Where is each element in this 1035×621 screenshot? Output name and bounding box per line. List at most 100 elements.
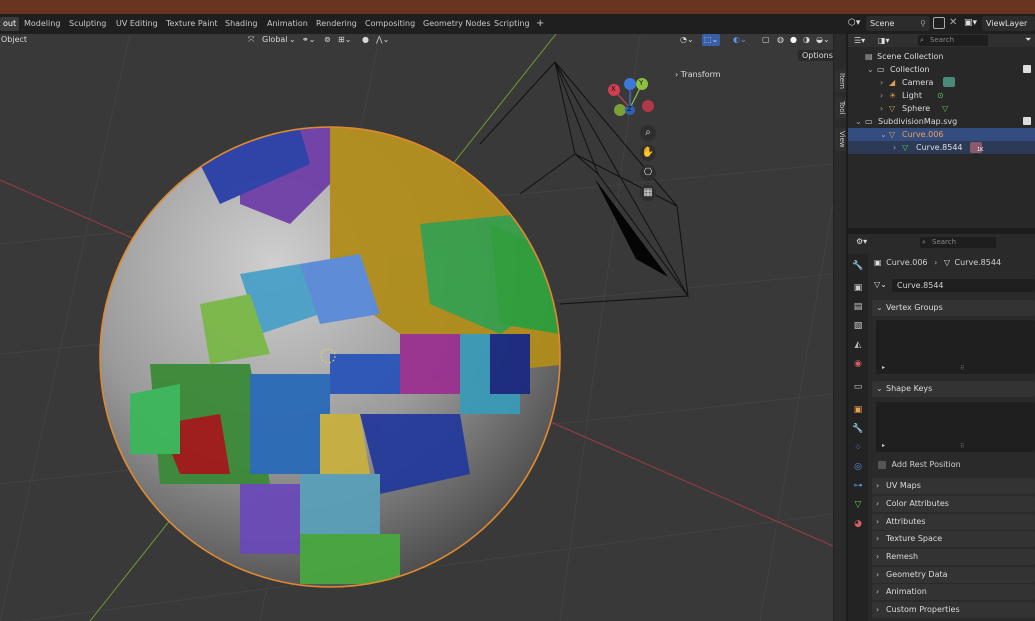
object-menu[interactable]: Object bbox=[1, 34, 27, 46]
add-rest-position-option[interactable]: Add Rest Position bbox=[878, 459, 961, 471]
orientation-dropdown[interactable]: Global bbox=[262, 34, 288, 46]
tab-layout[interactable]: out bbox=[0, 17, 20, 31]
editor-type-icon[interactable]: ☰▾ bbox=[854, 36, 865, 45]
outliner-row-sphere[interactable]: › ▽ Sphere ▽ bbox=[848, 102, 1035, 115]
options-button[interactable]: Options bbox=[798, 50, 833, 61]
properties-search-input[interactable]: ⌕ Search bbox=[920, 237, 996, 248]
wireframe-shading-icon[interactable]: ◍ bbox=[777, 34, 784, 46]
view-layer-tab-icon[interactable]: ▧ bbox=[852, 320, 864, 332]
outliner-row-curve-8544[interactable]: › ▽ Curve.8544 1K bbox=[848, 141, 1035, 154]
rendered-shading-icon[interactable]: ◒⌄ bbox=[816, 34, 830, 46]
scene-tab-icon[interactable]: ◭ bbox=[852, 339, 864, 351]
vertex-groups-list[interactable]: ▸ ⠿ bbox=[876, 320, 1035, 374]
constraints-tab-icon[interactable]: ⊶ bbox=[852, 480, 864, 492]
tab-scripting[interactable]: Scripting bbox=[494, 17, 530, 31]
tab-uv-editing[interactable]: UV Editing bbox=[116, 17, 158, 31]
shape-keys-list[interactable]: ▸ ⠿ bbox=[876, 402, 1035, 452]
panel-shape-keys[interactable]: ⌄ Shape Keys bbox=[872, 381, 1035, 397]
panel-vertex-groups[interactable]: ⌄ Vertex Groups bbox=[872, 300, 1035, 316]
outliner-row-subdivisionmap[interactable]: ⌄ ▭ SubdivisionMap.svg bbox=[848, 115, 1035, 128]
light-data-icon[interactable]: ⊙ bbox=[937, 89, 944, 102]
chevron-right-icon[interactable]: › bbox=[893, 141, 896, 154]
snap-icon[interactable]: ⊚ bbox=[324, 34, 331, 46]
xray-icon[interactable]: ▢ bbox=[762, 34, 770, 46]
panel-custom-properties[interactable]: › Custom Properties bbox=[872, 602, 1035, 618]
panel-uv-maps[interactable]: › UV Maps bbox=[872, 478, 1035, 494]
tab-geometry-nodes[interactable]: Geometry Nodes bbox=[423, 17, 490, 31]
mesh-data-icon[interactable]: ▽⌄ bbox=[874, 280, 887, 289]
material-tab-icon[interactable]: ◕ bbox=[852, 518, 864, 530]
camera-data-icon[interactable] bbox=[943, 77, 955, 87]
outliner-search-input[interactable]: ⌕ Search bbox=[918, 35, 988, 46]
falloff-icon[interactable]: ⋀⌄ bbox=[376, 34, 389, 46]
object-tab-icon[interactable]: ▣ bbox=[852, 404, 864, 416]
world-tab-icon[interactable]: ◉ bbox=[852, 358, 864, 370]
chevron-right-icon[interactable]: › bbox=[880, 76, 883, 89]
panel-attributes[interactable]: › Attributes bbox=[872, 514, 1035, 530]
sidebar-tab-tool[interactable]: Tool bbox=[835, 98, 846, 118]
add-rest-position-checkbox[interactable] bbox=[878, 460, 886, 469]
scene-selector[interactable]: Scene ⚲ bbox=[866, 16, 930, 31]
chevron-right-icon[interactable]: › bbox=[880, 89, 883, 102]
props-editor-type-icon[interactable]: ⚙▾ bbox=[856, 237, 867, 246]
chevron-down-icon[interactable]: ⌄ bbox=[289, 34, 296, 46]
orientation-icon[interactable]: ⤧ bbox=[248, 34, 254, 46]
tab-texture-paint[interactable]: Texture Paint bbox=[166, 17, 218, 31]
gizmo-toggle-icon[interactable]: ⬚⌄ bbox=[702, 34, 721, 46]
new-scene-icon[interactable] bbox=[933, 17, 945, 29]
data-tab-icon[interactable]: ▽ bbox=[852, 499, 864, 511]
scene-icon[interactable]: ⬡▾ bbox=[848, 18, 860, 28]
checkbox-icon[interactable] bbox=[1023, 65, 1031, 73]
view-layer-icon[interactable]: ▣▾ bbox=[964, 18, 977, 28]
tab-animation[interactable]: Animation bbox=[267, 17, 308, 31]
solid-shading-icon[interactable]: ● bbox=[790, 34, 797, 46]
mesh-name-field[interactable]: Curve.8544 bbox=[892, 279, 1035, 292]
outliner-row-curve-006[interactable]: ⌄ ▽ Curve.006 bbox=[848, 128, 1035, 141]
outliner-row-camera[interactable]: › ◢ Camera bbox=[848, 76, 1035, 89]
tab-modeling[interactable]: Modeling bbox=[24, 17, 60, 31]
chevron-down-icon[interactable]: ⌄ bbox=[867, 63, 874, 76]
overlay-icon[interactable]: ◐⌄ bbox=[733, 34, 747, 46]
outliner-row-light[interactable]: › ☀ Light ⊙ bbox=[848, 89, 1035, 102]
zoom-icon[interactable]: ⌕ bbox=[640, 125, 656, 141]
panel-geometry-data[interactable]: › Geometry Data bbox=[872, 567, 1035, 583]
visibility-icon[interactable]: ◔⌄ bbox=[680, 34, 694, 46]
tab-compositing[interactable]: Compositing bbox=[365, 17, 415, 31]
tab-rendering[interactable]: Rendering bbox=[316, 17, 357, 31]
filter-icon[interactable]: ⏷ bbox=[1025, 35, 1031, 45]
remove-scene-icon[interactable]: ✕ bbox=[949, 17, 957, 28]
3d-viewport[interactable]: X Y Z Object ⤧ Global ⌄ ⚭⌄ ⊚ ⊞⌄ ● ⋀⌄ ◔⌄ … bbox=[0, 34, 833, 621]
sidebar-tab-view[interactable]: View bbox=[835, 128, 846, 151]
transform-panel-header[interactable]: › Transform bbox=[675, 70, 721, 79]
pivot-icon[interactable]: ⚭⌄ bbox=[302, 34, 315, 46]
output-tab-icon[interactable]: ▤ bbox=[852, 301, 864, 313]
view-layer-selector[interactable]: ViewLayer bbox=[982, 16, 1035, 31]
panel-texture-space[interactable]: › Texture Space bbox=[872, 531, 1035, 547]
resize-grip-icon[interactable]: ⠿ bbox=[960, 365, 964, 372]
panel-remesh[interactable]: › Remesh bbox=[872, 549, 1035, 565]
perspective-grid-icon[interactable]: ▦ bbox=[640, 185, 656, 201]
render-tab-icon[interactable]: ▣ bbox=[852, 282, 864, 294]
collection-tab-icon[interactable]: ▭ bbox=[852, 381, 864, 393]
proportional-edit-icon[interactable]: ● bbox=[362, 34, 369, 46]
particles-tab-icon[interactable]: ⁘ bbox=[852, 442, 864, 454]
pin-icon[interactable]: ⚲ bbox=[920, 16, 926, 31]
modifier-tab-icon[interactable]: 🔧 bbox=[852, 423, 864, 435]
panel-animation[interactable]: › Animation bbox=[872, 584, 1035, 600]
material-shading-icon[interactable]: ◑ bbox=[803, 34, 810, 46]
physics-tab-icon[interactable]: ◎ bbox=[852, 461, 864, 473]
tab-shading[interactable]: Shading bbox=[225, 17, 258, 31]
tool-tab-icon[interactable]: 🔧 bbox=[852, 260, 864, 272]
chevron-right-icon[interactable]: › bbox=[880, 102, 883, 115]
outliner-row-collection[interactable]: ⌄ ▭ Collection bbox=[848, 63, 1035, 76]
checkbox-icon[interactable] bbox=[1023, 117, 1031, 125]
snap-target-icon[interactable]: ⊞⌄ bbox=[338, 34, 351, 46]
chevron-down-icon[interactable]: ⌄ bbox=[880, 128, 887, 141]
expand-list-icon[interactable]: ▸ bbox=[882, 442, 885, 449]
sidebar-tab-item[interactable]: Item bbox=[835, 70, 846, 92]
add-workspace-button[interactable]: + bbox=[536, 17, 544, 31]
tab-sculpting[interactable]: Sculpting bbox=[69, 17, 106, 31]
outliner-row-scene-collection[interactable]: ▤ Scene Collection bbox=[848, 50, 1035, 63]
chevron-down-icon[interactable]: ⌄ bbox=[855, 115, 862, 128]
panel-color-attributes[interactable]: › Color Attributes bbox=[872, 496, 1035, 512]
